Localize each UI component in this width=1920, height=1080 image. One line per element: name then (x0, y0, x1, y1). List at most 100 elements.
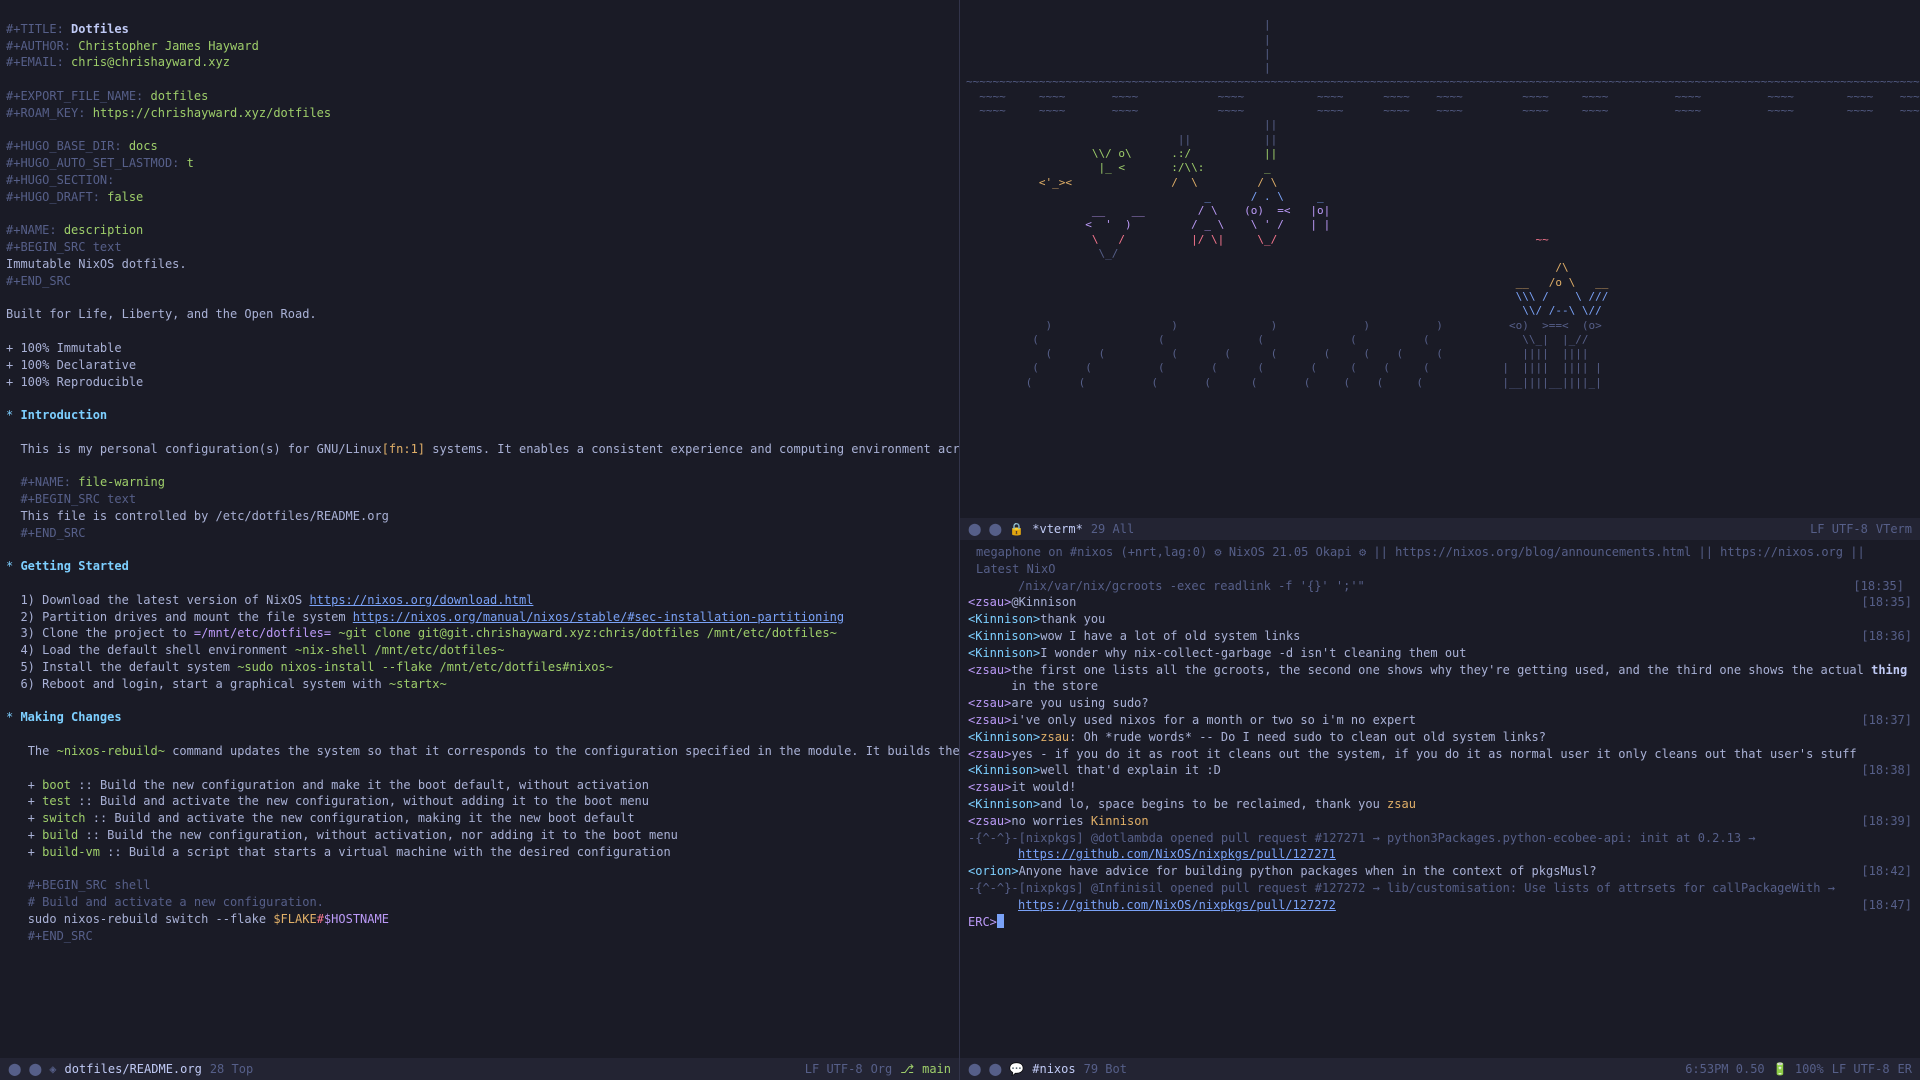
op-test-desc: :: Build and activate the new configurat… (78, 794, 649, 808)
irc-nick: <zsau> (968, 695, 1011, 712)
irc-nick: <zsau> (968, 779, 1011, 796)
irc-topic-cont: /nix/var/nix/gcroots -exec readlink -f '… (968, 578, 1912, 595)
irc-nick: <zsau> (968, 813, 1011, 830)
file-warning: This file is controlled by /etc/dotfiles… (20, 509, 388, 523)
mc-p1c: command updates the system so that it co… (165, 744, 959, 758)
irc-bot-msg: -{^-^}- [nixpkgs] @Infinisil opened pull… (968, 880, 1912, 897)
name2-val: file-warning (78, 475, 165, 489)
heading-getting-started: Getting Started (20, 559, 128, 573)
partition-link[interactable]: https://nixos.org/manual/nixos/stable/#s… (353, 610, 844, 624)
shell-comment: # Build and activate a new configuration… (28, 895, 324, 909)
modeline-position: 29 All (1091, 521, 1134, 538)
download-link[interactable]: https://nixos.org/download.html (309, 593, 533, 607)
ascii-fish: \_/ (966, 247, 1118, 260)
irc-text: no worries Kinnison (1011, 813, 1861, 830)
pr-link[interactable]: https://github.com/NixOS/nixpkgs/pull/12… (1018, 897, 1861, 914)
irc-msg: <Kinnison> wow I have a lot of old syste… (968, 628, 1912, 645)
pr-link[interactable]: https://github.com/NixOS/nixpkgs/pull/12… (1018, 846, 1336, 863)
export-value: dotfiles (151, 89, 209, 103)
name-val: description (64, 223, 143, 237)
modeline-position: 28 Top (210, 1061, 253, 1078)
title-key: #+TITLE: (6, 22, 64, 36)
cursor-icon (997, 914, 1004, 928)
irc-nick: <Kinnison> (968, 611, 1040, 628)
ascii-fish: || (966, 118, 1277, 131)
battery-icon: 🔋 100% (1773, 1061, 1824, 1078)
footnote-1[interactable]: [fn:1] (382, 442, 425, 456)
intro-p1: This is my personal configuration(s) for… (20, 442, 381, 456)
irc-nick: <zsau> (968, 746, 1011, 763)
step-3c: ~git clone git@git.chrishayward.xyz:chri… (331, 626, 837, 640)
author-key: #+AUTHOR: (6, 39, 71, 53)
heading-intro: Introduction (20, 408, 107, 422)
ascii-fish: \\/ /--\ \// (966, 304, 1602, 317)
intro-p2: systems. It enables a consistent experie… (425, 442, 959, 456)
ascii-fish: \\/ o\ .:/ || (966, 147, 1277, 160)
op-buildvm: build-vm (42, 845, 100, 859)
irc-nick: <Kinnison> (968, 729, 1040, 746)
irc-prompt-line[interactable]: ERC> (968, 914, 1912, 931)
org-editor[interactable]: #+TITLE: Dotfiles #+AUTHOR: Christopher … (0, 0, 959, 1058)
sep: # (317, 912, 324, 926)
ascii-fish: __ __ / \ (o) =< |o| (966, 204, 1330, 217)
op-build: build (42, 828, 78, 842)
ascii-fish: || || (966, 133, 1277, 146)
right-pane: | | | | ~~~~~~~~~~~~~~~~~~~~~~~~~~~~~~~~… (960, 0, 1920, 1080)
heading-making-changes: Making Changes (20, 710, 121, 724)
ascii-fish: <'_>< / \ / \ (966, 176, 1277, 189)
editor-pane: #+TITLE: Dotfiles #+AUTHOR: Christopher … (0, 0, 960, 1080)
var-hostname: $HOSTNAME (324, 912, 389, 926)
tagline: Built for Life, Liberty, and the Open Ro… (6, 307, 317, 321)
hugo-draft: false (107, 190, 143, 204)
git-branch: main (922, 1061, 951, 1078)
irc-text: zsau: Oh *rude words* -- Do I need sudo … (1040, 729, 1912, 746)
irc-msg: <Kinnison> and lo, space begins to be re… (968, 796, 1912, 813)
irc-text: i've only used nixos for a month or two … (1011, 712, 1861, 729)
editor-modeline: ⬤ ⬤ ◈ dotfiles/README.org 28 Top LF UTF-… (0, 1058, 959, 1080)
op-build-desc: :: Build the new configuration, without … (85, 828, 677, 842)
ascii-fish: |_ < :/\\: _ (966, 161, 1271, 174)
ascii-fish: ( ( ( ( ( ( ( ( ( |||| |||| (966, 347, 1589, 360)
irc-nick: <Kinnison> (968, 762, 1040, 779)
modeline-filename: dotfiles/README.org (65, 1061, 202, 1078)
end-src2: #+END_SRC (20, 526, 85, 540)
end-shell: #+END_SRC (28, 929, 93, 943)
irc-nick: <zsau> (968, 594, 1011, 611)
step-5a: 5) Install the default system (20, 660, 237, 674)
ascii-fish: \\\ / \ /// (966, 290, 1608, 303)
hugo-lastmod: t (187, 156, 194, 170)
name-key: #+NAME: (6, 223, 57, 237)
title-value: Dotfiles (71, 22, 129, 36)
irc-msg: <zsau> are you using sudo? (968, 695, 1912, 712)
irc-msg: <Kinnison> I wonder why nix-collect-garb… (968, 645, 1912, 662)
wave-line: ~~~~ ~~~~ ~~~~ ~~~~ ~~~~ ~~~~ ~~~~ ~~~~ … (966, 90, 1920, 103)
irc-msg: <zsau> i've only used nixos for a month … (968, 712, 1912, 729)
irc-timestamp: [18:35] (1861, 594, 1912, 611)
ascii-fish: _ / . \ _ (966, 190, 1324, 203)
irc-text: well that'd explain it :D (1040, 762, 1861, 779)
step-4b: ~nix-shell /mnt/etc/dotfiles~ (295, 643, 505, 657)
begin-src: #+BEGIN_SRC text (6, 240, 122, 254)
begin-src2: #+BEGIN_SRC text (20, 492, 136, 506)
vterm-pane[interactable]: | | | | ~~~~~~~~~~~~~~~~~~~~~~~~~~~~~~~~… (960, 0, 1920, 518)
irc-prompt: ERC> (968, 914, 997, 931)
irc-msg: <Kinnison> thank you (968, 611, 1912, 628)
hugo-section-key: #+HUGO_SECTION: (6, 173, 114, 187)
irc-pane[interactable]: megaphone on #nixos (+nrt,lag:0) ⚙ NixOS… (960, 540, 1920, 1058)
irc-timestamp: [18:37] (1861, 712, 1912, 729)
irc-msg: <orion> Anyone have advice for building … (968, 863, 1912, 880)
export-key: #+EXPORT_FILE_NAME: (6, 89, 143, 103)
irc-bot-link: https://github.com/NixOS/nixpkgs/pull/12… (968, 897, 1912, 914)
name2-key: #+NAME: (20, 475, 71, 489)
mc-p1a: The (28, 744, 57, 758)
step-6b: ~startx~ (389, 677, 447, 691)
modeline-encoding: LF UTF-8 (1832, 1061, 1890, 1078)
irc-nick: <zsau> (968, 712, 1011, 729)
hugo-base: docs (129, 139, 158, 153)
irc-topic: megaphone on #nixos (+nrt,lag:0) ⚙ NixOS… (968, 544, 1912, 578)
var-flake: $FLAKE (273, 912, 316, 926)
op-buildvm-desc: :: Build a script that starts a virtual … (107, 845, 671, 859)
irc-nick: <zsau> (968, 662, 1011, 696)
step-6a: 6) Reboot and login, start a graphical s… (20, 677, 388, 691)
email-key: #+EMAIL: (6, 55, 64, 69)
